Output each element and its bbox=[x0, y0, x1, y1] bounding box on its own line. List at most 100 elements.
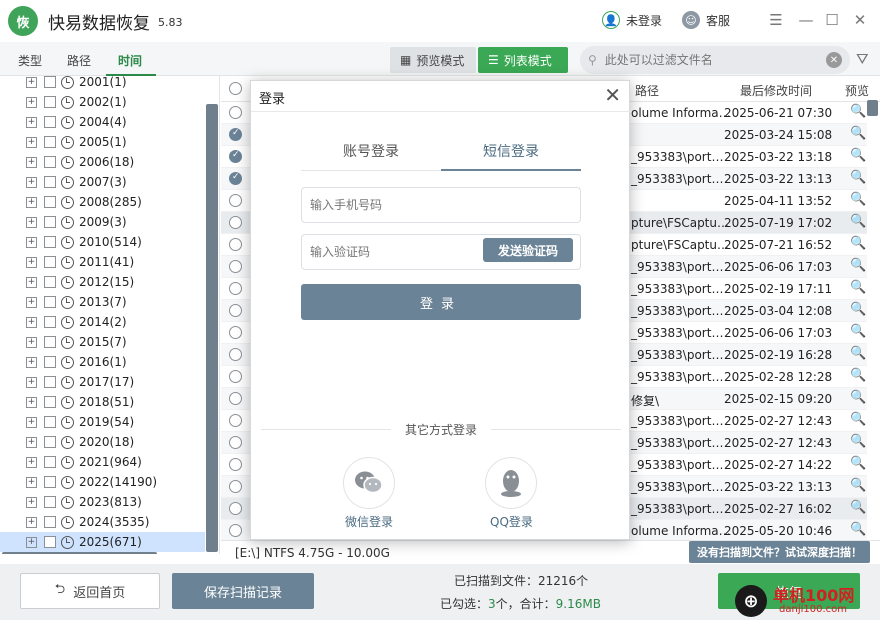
row-checkbox[interactable] bbox=[229, 458, 242, 471]
expand-icon[interactable]: + bbox=[26, 436, 37, 448]
preview-magnifier-icon[interactable]: 🔍 bbox=[850, 456, 866, 471]
maximize-icon[interactable]: ☐ bbox=[822, 10, 842, 30]
row-checkbox[interactable] bbox=[229, 238, 242, 251]
filter-icon[interactable]: ⛛ bbox=[856, 50, 869, 68]
tree-checkbox[interactable] bbox=[44, 396, 56, 408]
tree-item[interactable]: +2011(41) bbox=[0, 252, 205, 272]
tree-checkbox[interactable] bbox=[44, 96, 56, 108]
tab-sms-login[interactable]: 短信登录 bbox=[483, 141, 539, 161]
tree-item[interactable]: +2004(4) bbox=[0, 112, 205, 132]
preview-magnifier-icon[interactable]: 🔍 bbox=[850, 126, 866, 141]
tree-scrollbar[interactable] bbox=[206, 104, 218, 552]
phone-input[interactable] bbox=[301, 187, 581, 223]
header-modified[interactable]: 最后修改时间 bbox=[740, 82, 812, 99]
back-home-button[interactable]: ⮌ 返回首页 bbox=[20, 573, 160, 609]
login-status[interactable]: 👤 未登录 bbox=[602, 11, 662, 29]
search-input[interactable] bbox=[604, 53, 805, 67]
tree-checkbox[interactable] bbox=[44, 536, 56, 548]
row-checkbox[interactable] bbox=[229, 414, 242, 427]
preview-magnifier-icon[interactable]: 🔍 bbox=[850, 346, 866, 361]
row-checkbox[interactable] bbox=[229, 326, 242, 339]
preview-magnifier-icon[interactable]: 🔍 bbox=[850, 478, 866, 493]
header-path[interactable]: 路径 bbox=[635, 82, 659, 99]
tree-item[interactable]: +2013(7) bbox=[0, 292, 205, 312]
tree-item[interactable]: +2023(813) bbox=[0, 492, 205, 512]
tree-checkbox[interactable] bbox=[44, 496, 56, 508]
row-checkbox[interactable] bbox=[229, 348, 242, 361]
preview-magnifier-icon[interactable]: 🔍 bbox=[850, 500, 866, 515]
expand-icon[interactable]: + bbox=[26, 456, 37, 468]
expand-icon[interactable]: + bbox=[26, 156, 37, 168]
tree-item[interactable]: +2006(18) bbox=[0, 152, 205, 172]
tree-checkbox[interactable] bbox=[44, 196, 56, 208]
preview-magnifier-icon[interactable]: 🔍 bbox=[850, 258, 866, 273]
save-scan-button[interactable]: 保存扫描记录 bbox=[172, 573, 314, 609]
tree-checkbox[interactable] bbox=[44, 136, 56, 148]
tree-horizontal-scrollbar[interactable] bbox=[2, 552, 157, 554]
tab-account-login[interactable]: 账号登录 bbox=[343, 141, 399, 161]
row-checkbox[interactable] bbox=[229, 150, 242, 163]
preview-magnifier-icon[interactable]: 🔍 bbox=[850, 390, 866, 405]
row-checkbox[interactable] bbox=[229, 304, 242, 317]
tree-item[interactable]: +2010(514) bbox=[0, 232, 205, 252]
preview-magnifier-icon[interactable]: 🔍 bbox=[850, 214, 866, 229]
expand-icon[interactable]: + bbox=[26, 356, 37, 368]
tree-item[interactable]: +2009(3) bbox=[0, 212, 205, 232]
row-checkbox[interactable] bbox=[229, 282, 242, 295]
customer-service[interactable]: ☺ 客服 bbox=[682, 11, 730, 29]
tree-checkbox[interactable] bbox=[44, 116, 56, 128]
tree-item[interactable]: +2002(1) bbox=[0, 92, 205, 112]
expand-icon[interactable]: + bbox=[26, 296, 37, 308]
tab-time[interactable]: 时间 bbox=[118, 52, 142, 69]
preview-magnifier-icon[interactable]: 🔍 bbox=[850, 192, 866, 207]
tree-item[interactable]: +2008(285) bbox=[0, 192, 205, 212]
expand-icon[interactable]: + bbox=[26, 116, 37, 128]
preview-magnifier-icon[interactable]: 🔍 bbox=[850, 148, 866, 163]
expand-icon[interactable]: + bbox=[26, 316, 37, 328]
expand-icon[interactable]: + bbox=[26, 96, 37, 108]
tree-checkbox[interactable] bbox=[44, 236, 56, 248]
expand-icon[interactable]: + bbox=[26, 516, 37, 528]
tree-item[interactable]: +2015(7) bbox=[0, 332, 205, 352]
row-checkbox[interactable] bbox=[229, 370, 242, 383]
tree-item[interactable]: +2021(964) bbox=[0, 452, 205, 472]
tree-item[interactable]: +2001(1) bbox=[0, 76, 205, 92]
row-checkbox[interactable] bbox=[229, 172, 242, 185]
tree-checkbox[interactable] bbox=[44, 456, 56, 468]
tree-item[interactable]: +2005(1) bbox=[0, 132, 205, 152]
preview-magnifier-icon[interactable]: 🔍 bbox=[850, 324, 866, 339]
tree-checkbox[interactable] bbox=[44, 436, 56, 448]
preview-magnifier-icon[interactable]: 🔍 bbox=[850, 170, 866, 185]
row-checkbox[interactable] bbox=[229, 260, 242, 273]
tab-type[interactable]: 类型 bbox=[18, 52, 42, 69]
row-checkbox[interactable] bbox=[229, 216, 242, 229]
expand-icon[interactable]: + bbox=[26, 176, 37, 188]
tree-checkbox[interactable] bbox=[44, 76, 56, 88]
deep-scan-button[interactable]: 没有扫描到文件？试试深度扫描！ bbox=[689, 541, 870, 563]
tree-item[interactable]: +2012(15) bbox=[0, 272, 205, 292]
expand-icon[interactable]: + bbox=[26, 76, 37, 88]
expand-icon[interactable]: + bbox=[26, 496, 37, 508]
dialog-close-icon[interactable]: ✕ bbox=[604, 85, 621, 105]
preview-magnifier-icon[interactable]: 🔍 bbox=[850, 522, 866, 537]
expand-icon[interactable]: + bbox=[26, 276, 37, 288]
clear-search-icon[interactable]: ✕ bbox=[826, 52, 842, 68]
tree-item[interactable]: +2014(2) bbox=[0, 312, 205, 332]
list-scrollbar[interactable] bbox=[867, 100, 878, 116]
select-all-checkbox[interactable] bbox=[229, 82, 242, 95]
row-checkbox[interactable] bbox=[229, 392, 242, 405]
row-checkbox[interactable] bbox=[229, 524, 242, 537]
tree-item[interactable]: +2017(17) bbox=[0, 372, 205, 392]
row-checkbox[interactable] bbox=[229, 194, 242, 207]
expand-icon[interactable]: + bbox=[26, 196, 37, 208]
login-button[interactable]: 登录 bbox=[301, 284, 581, 320]
expand-icon[interactable]: + bbox=[26, 236, 37, 248]
preview-magnifier-icon[interactable]: 🔍 bbox=[850, 104, 866, 119]
expand-icon[interactable]: + bbox=[26, 336, 37, 348]
expand-icon[interactable]: + bbox=[26, 476, 37, 488]
preview-magnifier-icon[interactable]: 🔍 bbox=[850, 236, 866, 251]
expand-icon[interactable]: + bbox=[26, 256, 37, 268]
tree-item[interactable]: +2025(671) bbox=[0, 532, 205, 552]
tree-checkbox[interactable] bbox=[44, 476, 56, 488]
tree-checkbox[interactable] bbox=[44, 176, 56, 188]
